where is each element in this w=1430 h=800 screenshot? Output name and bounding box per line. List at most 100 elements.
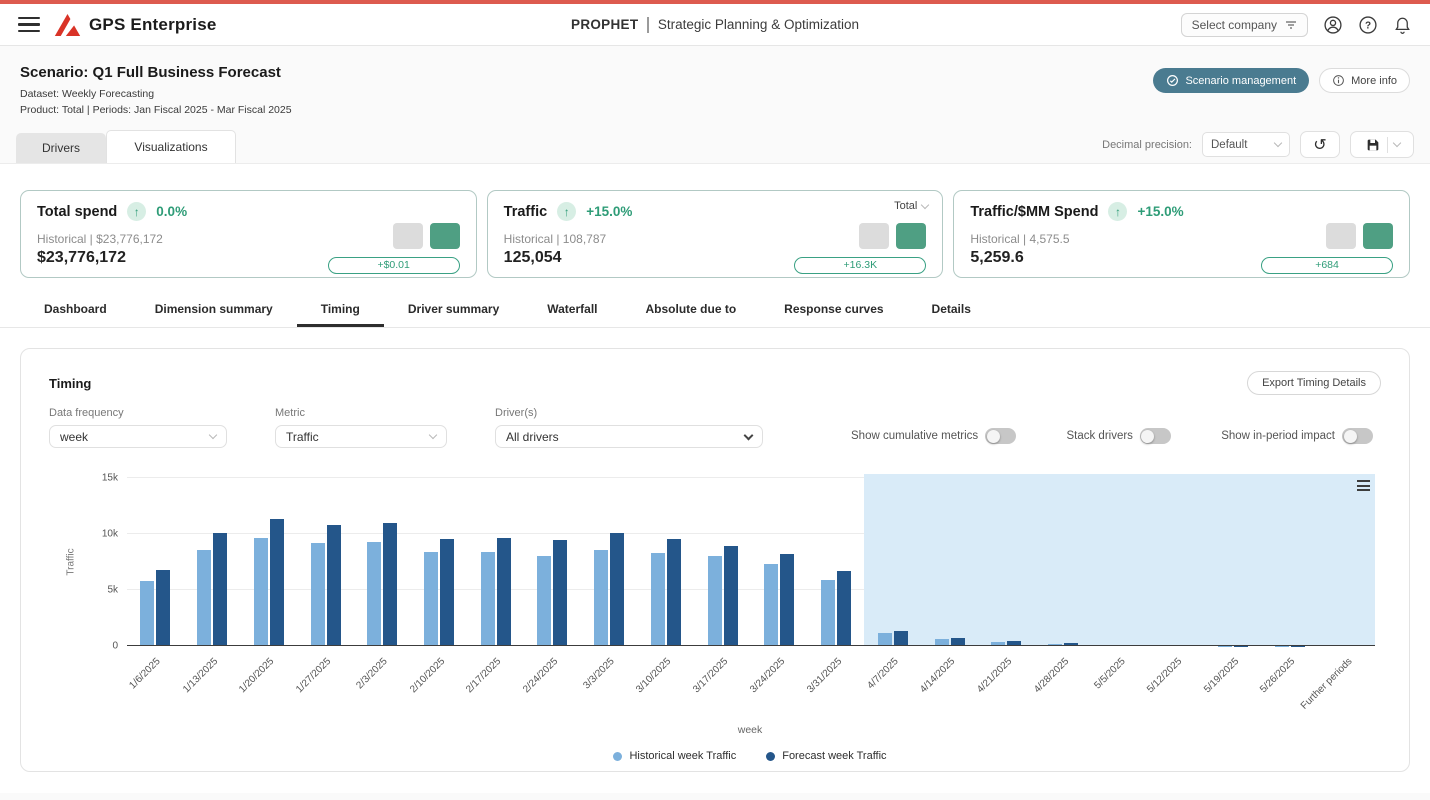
forecast-bar[interactable]: [610, 533, 624, 646]
historical-bar[interactable]: [481, 552, 495, 646]
decimal-precision-select[interactable]: Default: [1202, 132, 1290, 157]
forecast-bar[interactable]: [156, 570, 170, 646]
data-frequency-value: week: [60, 430, 88, 444]
x-axis-title: week: [49, 724, 1381, 736]
historical-bar[interactable]: [821, 580, 835, 646]
save-button[interactable]: [1350, 131, 1414, 158]
tab-details[interactable]: Details: [908, 300, 995, 327]
tab-dimension-summary[interactable]: Dimension summary: [131, 300, 297, 327]
tab-response-curves[interactable]: Response curves: [760, 300, 907, 327]
drivers-select[interactable]: All drivers: [495, 425, 763, 448]
historical-bar[interactable]: [311, 543, 325, 646]
undo-icon: ↺: [1313, 135, 1326, 154]
brand-logo-icon: [54, 13, 81, 37]
x-tick-label: 2/3/2025: [355, 656, 390, 691]
view-tab-visualizations[interactable]: Visualizations: [106, 130, 236, 163]
select-company-label: Select company: [1192, 18, 1277, 32]
gray-square-toggle[interactable]: [859, 223, 889, 249]
data-frequency-select[interactable]: week: [49, 425, 227, 448]
notifications-button[interactable]: [1393, 15, 1412, 35]
panel-title: Timing: [49, 376, 91, 391]
historical-bar[interactable]: [197, 550, 211, 646]
help-button[interactable]: ?: [1358, 15, 1378, 35]
view-tab-drivers[interactable]: Drivers: [16, 133, 106, 163]
kpi-dimension-select[interactable]: Total: [894, 200, 928, 212]
kpi-card-2: Traffic↑+15.0%TotalHistorical | 108,7871…: [487, 190, 944, 278]
chevron-down-icon: [209, 431, 217, 439]
kpi-dimension-value: Total: [894, 200, 917, 212]
forecast-bar[interactable]: [837, 571, 851, 646]
x-tick-label: 1/27/2025: [294, 656, 333, 695]
toggle-label: Stack drivers: [1066, 430, 1132, 442]
kpi-title: Traffic: [504, 204, 548, 220]
historical-bar[interactable]: [708, 556, 722, 646]
tab-driver-summary[interactable]: Driver summary: [384, 300, 523, 327]
toggle-switch[interactable]: [985, 428, 1016, 444]
precision-toolbar: Decimal precision: Default ↺: [1102, 131, 1414, 163]
data-frequency-label: Data frequency: [49, 407, 227, 419]
reset-button[interactable]: ↺: [1300, 131, 1340, 158]
forecast-bar[interactable]: [327, 525, 341, 646]
green-square-toggle[interactable]: [430, 223, 460, 249]
forecast-bar[interactable]: [667, 539, 681, 646]
historical-bar[interactable]: [537, 556, 551, 646]
tab-absolute-due-to[interactable]: Absolute due to: [621, 300, 760, 327]
y-tick-label: 0: [112, 641, 118, 652]
forecast-bar[interactable]: [383, 523, 397, 646]
forecast-bar[interactable]: [894, 631, 908, 646]
gray-square-toggle[interactable]: [393, 223, 423, 249]
gray-square-toggle[interactable]: [1326, 223, 1356, 249]
forecast-bar[interactable]: [497, 538, 511, 646]
legend-item[interactable]: Forecast week Traffic: [766, 750, 886, 762]
data-frequency-control: Data frequency week: [49, 407, 227, 448]
historical-bar[interactable]: [254, 538, 268, 646]
toggle-switch[interactable]: [1140, 428, 1171, 444]
historical-bar[interactable]: [424, 552, 438, 646]
chevron-down-icon: [921, 200, 929, 208]
kpi-title-row: Total spend↑0.0%: [37, 202, 460, 221]
account-button[interactable]: [1323, 15, 1343, 35]
historical-bar[interactable]: [651, 553, 665, 646]
scenario-management-button[interactable]: Scenario management: [1153, 68, 1309, 93]
kpi-card-3: Traffic/$MM Spend↑+15.0%Historical | 4,5…: [953, 190, 1410, 278]
chart-menu-icon[interactable]: [1357, 480, 1370, 491]
bar-group: [864, 478, 921, 646]
x-tick-label: 4/14/2025: [918, 656, 957, 695]
export-timing-details-button[interactable]: Export Timing Details: [1247, 371, 1381, 395]
historical-bar[interactable]: [367, 542, 381, 646]
tab-waterfall[interactable]: Waterfall: [523, 300, 621, 327]
metric-select[interactable]: Traffic: [275, 425, 447, 448]
x-tick-label: 2/10/2025: [408, 656, 447, 695]
app-title-product: PROPHET: [571, 17, 638, 32]
kpi-delta-pill: +684: [1261, 257, 1393, 274]
x-tick-label: 3/10/2025: [634, 656, 673, 695]
legend-item[interactable]: Historical week Traffic: [613, 750, 736, 762]
bell-icon: [1393, 15, 1412, 35]
historical-bar[interactable]: [140, 581, 154, 646]
forecast-bar[interactable]: [270, 519, 284, 646]
x-tick-label: 2/17/2025: [464, 656, 503, 695]
legend-dot: [766, 752, 775, 761]
save-menu-chevron-icon[interactable]: [1392, 139, 1400, 147]
more-info-button[interactable]: More info: [1319, 68, 1410, 93]
app-header: GPS Enterprise PROPHET Strategic Plannin…: [0, 4, 1430, 46]
bar-group: [921, 478, 978, 646]
forecast-bar[interactable]: [553, 540, 567, 646]
app-title-subtitle: Strategic Planning & Optimization: [658, 17, 859, 32]
historical-bar[interactable]: [764, 564, 778, 646]
forecast-bar[interactable]: [724, 546, 738, 646]
select-company-button[interactable]: Select company: [1181, 13, 1308, 37]
tab-dashboard[interactable]: Dashboard: [20, 300, 131, 327]
tab-timing[interactable]: Timing: [297, 300, 384, 327]
historical-bar[interactable]: [594, 550, 608, 646]
kpi-view-switch: [859, 223, 926, 249]
forecast-bar[interactable]: [440, 539, 454, 646]
green-square-toggle[interactable]: [1363, 223, 1393, 249]
forecast-bar[interactable]: [780, 554, 794, 646]
chart-plot-area: Traffic 05k10k15k1/6/20251/13/20251/20/2…: [127, 478, 1375, 646]
scenario-management-label: Scenario management: [1185, 75, 1296, 87]
toggle-switch[interactable]: [1342, 428, 1373, 444]
green-square-toggle[interactable]: [896, 223, 926, 249]
forecast-bar[interactable]: [213, 533, 227, 646]
menu-icon[interactable]: [18, 17, 40, 32]
